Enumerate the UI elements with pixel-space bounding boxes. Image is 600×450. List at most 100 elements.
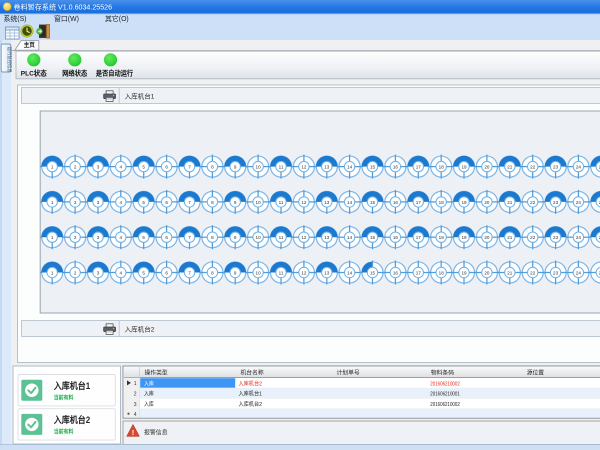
svg-text:10: 10 bbox=[256, 235, 262, 240]
svg-text:入库机台1: 入库机台1 bbox=[125, 91, 155, 100]
svg-text:!: ! bbox=[132, 428, 135, 437]
svg-text:21: 21 bbox=[507, 235, 513, 240]
svg-text:6: 6 bbox=[165, 235, 168, 240]
svg-text:16: 16 bbox=[393, 165, 399, 170]
svg-text:11: 11 bbox=[279, 270, 284, 275]
svg-text:18: 18 bbox=[439, 235, 445, 240]
svg-text:机台名称: 机台名称 bbox=[241, 368, 264, 376]
svg-text:5: 5 bbox=[142, 235, 145, 240]
svg-text:15: 15 bbox=[370, 270, 376, 275]
svg-text:入库: 入库 bbox=[144, 400, 154, 408]
svg-text:PLC状态: PLC状态 bbox=[21, 68, 47, 77]
svg-text:12: 12 bbox=[301, 165, 307, 170]
svg-text:21: 21 bbox=[507, 270, 513, 275]
svg-text:2: 2 bbox=[74, 165, 77, 170]
svg-text:4: 4 bbox=[120, 165, 123, 170]
svg-text:4: 4 bbox=[134, 412, 137, 418]
svg-text:15: 15 bbox=[370, 200, 376, 205]
svg-text:16: 16 bbox=[393, 200, 399, 205]
svg-text:24: 24 bbox=[576, 235, 582, 240]
svg-text:8: 8 bbox=[211, 270, 214, 275]
svg-text:22: 22 bbox=[530, 165, 536, 170]
svg-text:17: 17 bbox=[416, 200, 422, 205]
svg-text:18: 18 bbox=[439, 270, 445, 275]
svg-text:23: 23 bbox=[553, 200, 559, 205]
svg-text:7: 7 bbox=[188, 270, 191, 275]
svg-text:24: 24 bbox=[576, 165, 582, 170]
svg-text:8: 8 bbox=[211, 200, 214, 205]
svg-text:3: 3 bbox=[97, 200, 100, 205]
svg-text:16: 16 bbox=[393, 235, 399, 240]
svg-text:24: 24 bbox=[576, 270, 582, 275]
svg-text:3: 3 bbox=[134, 402, 137, 408]
svg-text:9: 9 bbox=[234, 270, 237, 275]
svg-text:13: 13 bbox=[324, 235, 330, 240]
svg-text:1: 1 bbox=[51, 270, 54, 275]
svg-text:12: 12 bbox=[301, 235, 307, 240]
svg-text:3: 3 bbox=[97, 165, 100, 170]
svg-text:7: 7 bbox=[188, 235, 191, 240]
svg-text:13: 13 bbox=[324, 270, 330, 275]
svg-text:4: 4 bbox=[120, 235, 123, 240]
svg-text:8: 8 bbox=[211, 235, 214, 240]
svg-text:24: 24 bbox=[576, 200, 582, 205]
svg-text:17: 17 bbox=[416, 165, 422, 170]
svg-text:主页: 主页 bbox=[24, 41, 35, 49]
svg-text:计划单号: 计划单号 bbox=[337, 368, 360, 376]
svg-text:2: 2 bbox=[74, 200, 77, 205]
svg-text:6: 6 bbox=[165, 165, 168, 170]
svg-text:9: 9 bbox=[234, 235, 237, 240]
svg-text:9: 9 bbox=[234, 165, 237, 170]
svg-text:1: 1 bbox=[51, 200, 54, 205]
svg-text:卷料暂存系统 V1.0.6034.25526: 卷料暂存系统 V1.0.6034.25526 bbox=[14, 3, 113, 12]
svg-text:5: 5 bbox=[142, 200, 145, 205]
svg-text:操作类型: 操作类型 bbox=[145, 368, 168, 376]
svg-text:6: 6 bbox=[165, 270, 168, 275]
svg-text:入库机台1: 入库机台1 bbox=[239, 390, 263, 398]
svg-text:201606210001: 201606210001 bbox=[430, 392, 460, 398]
svg-text:2: 2 bbox=[74, 270, 77, 275]
svg-text:2: 2 bbox=[134, 392, 137, 398]
svg-text:23: 23 bbox=[553, 270, 559, 275]
svg-text:入库机台2: 入库机台2 bbox=[239, 379, 263, 387]
svg-text:入库机台2: 入库机台2 bbox=[125, 324, 155, 333]
svg-text:22: 22 bbox=[530, 235, 536, 240]
svg-text:当前有料: 当前有料 bbox=[54, 394, 74, 402]
svg-text:入库: 入库 bbox=[144, 390, 154, 398]
svg-text:入库: 入库 bbox=[144, 379, 154, 387]
svg-text:18: 18 bbox=[439, 200, 445, 205]
svg-text:当前有料: 当前有料 bbox=[54, 428, 74, 436]
svg-text:19: 19 bbox=[461, 165, 467, 170]
svg-text:2: 2 bbox=[74, 235, 77, 240]
svg-text:3: 3 bbox=[97, 270, 100, 275]
svg-text:16: 16 bbox=[393, 270, 399, 275]
svg-text:5: 5 bbox=[142, 165, 145, 170]
svg-text:19: 19 bbox=[461, 235, 467, 240]
svg-text:20: 20 bbox=[484, 270, 490, 275]
svg-text:4: 4 bbox=[120, 200, 123, 205]
svg-text:13: 13 bbox=[324, 165, 330, 170]
svg-text:15: 15 bbox=[370, 165, 376, 170]
svg-text:10: 10 bbox=[256, 270, 262, 275]
svg-text:20: 20 bbox=[484, 200, 490, 205]
svg-text:3: 3 bbox=[97, 235, 100, 240]
svg-text:21: 21 bbox=[507, 165, 513, 170]
svg-text:系统(S): 系统(S) bbox=[4, 14, 27, 23]
svg-text:22: 22 bbox=[530, 270, 536, 275]
svg-text:9: 9 bbox=[234, 200, 237, 205]
svg-text:4: 4 bbox=[120, 270, 123, 275]
svg-text:11: 11 bbox=[279, 235, 284, 240]
svg-text:14: 14 bbox=[347, 235, 353, 240]
svg-text:1: 1 bbox=[51, 165, 54, 170]
svg-text:19: 19 bbox=[461, 270, 467, 275]
svg-text:14: 14 bbox=[347, 165, 353, 170]
svg-text:7: 7 bbox=[188, 200, 191, 205]
svg-text:201606210002: 201606210002 bbox=[430, 381, 460, 387]
svg-text:1: 1 bbox=[134, 381, 137, 387]
svg-text:入库机台1: 入库机台1 bbox=[53, 380, 90, 391]
svg-text:1: 1 bbox=[51, 235, 54, 240]
svg-text:窗口(W): 窗口(W) bbox=[54, 14, 79, 23]
svg-text:13: 13 bbox=[324, 200, 330, 205]
svg-text:18: 18 bbox=[439, 165, 445, 170]
svg-text:5: 5 bbox=[142, 270, 145, 275]
